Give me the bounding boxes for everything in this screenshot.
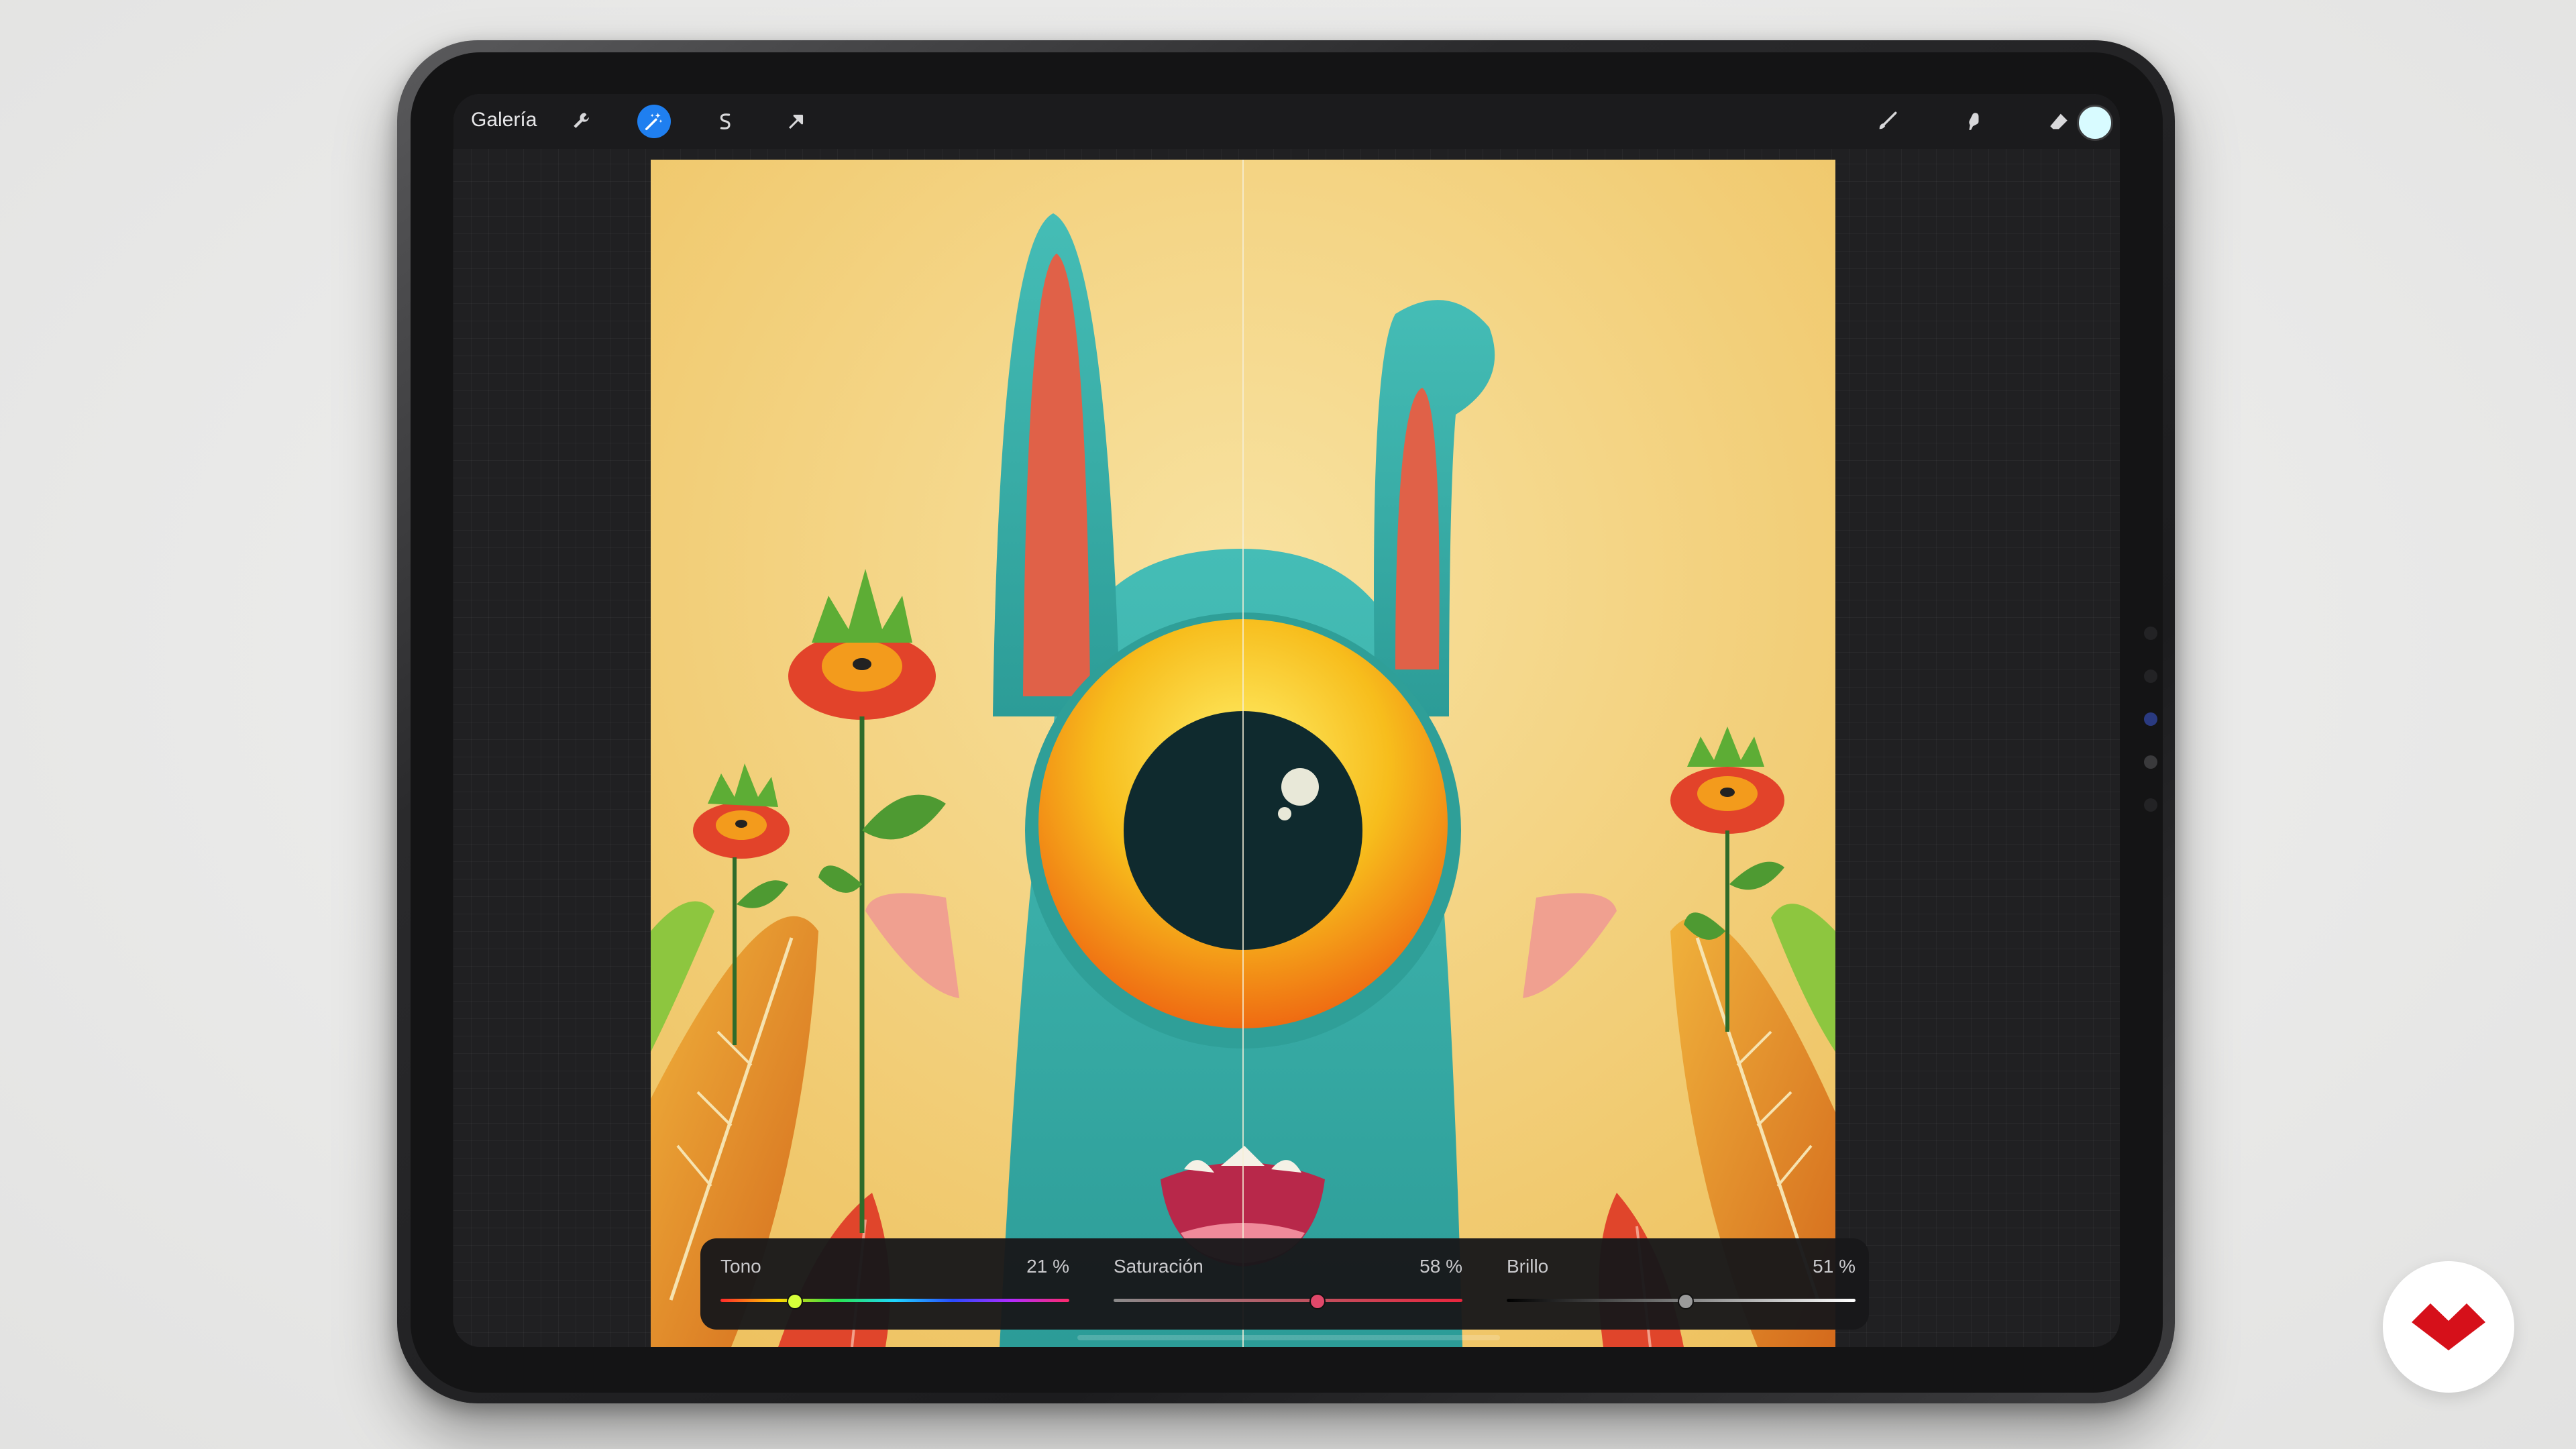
- saturation-value: 58 %: [1419, 1256, 1462, 1277]
- saturation-slider-knob[interactable]: [1309, 1293, 1326, 1309]
- actions-button[interactable]: [566, 105, 599, 138]
- current-color-swatch[interactable]: [2077, 105, 2113, 141]
- brush-icon: [1879, 111, 1897, 129]
- saturation-label: Saturación: [1114, 1256, 1203, 1277]
- hue-slider-group: Tono 21 %: [720, 1256, 1069, 1316]
- brush-button[interactable]: [1870, 105, 1904, 138]
- brightness-value: 51 %: [1813, 1256, 1856, 1277]
- gallery-button[interactable]: Galería: [471, 109, 537, 131]
- eraser-icon: [2050, 113, 2068, 129]
- transform-arrow-icon: [788, 114, 804, 129]
- hue-label: Tono: [720, 1256, 761, 1277]
- hue-slider[interactable]: [720, 1299, 1069, 1302]
- brand-logo-icon: [2412, 1303, 2485, 1350]
- smudge-icon: [1969, 113, 1979, 130]
- hue-value: 21 %: [1026, 1256, 1069, 1277]
- selection-icon: [720, 113, 731, 129]
- artwork-canvas[interactable]: [651, 160, 1835, 1347]
- magic-wand-icon: [645, 113, 663, 131]
- transform-button[interactable]: [780, 105, 813, 138]
- saturation-slider[interactable]: [1114, 1299, 1462, 1302]
- selection-button[interactable]: [708, 105, 742, 138]
- brightness-slider-knob[interactable]: [1678, 1293, 1695, 1309]
- wrench-icon: [574, 113, 589, 128]
- smudge-button[interactable]: [1956, 105, 1990, 138]
- brightness-slider-group: Brillo 51 %: [1507, 1256, 1856, 1316]
- saturation-slider-group: Saturación 58 %: [1114, 1256, 1462, 1316]
- brightness-label: Brillo: [1507, 1256, 1549, 1277]
- top-toolbar: Galería: [453, 94, 2120, 149]
- home-indicator: [1077, 1335, 1500, 1340]
- procreate-screen: Galería Tono 21 % Saturación 58 % Brillo…: [453, 94, 2120, 1347]
- adjustments-button[interactable]: [637, 105, 671, 138]
- hue-slider-knob[interactable]: [787, 1293, 804, 1309]
- eraser-button[interactable]: [2042, 105, 2076, 138]
- side-buttons: [2144, 627, 2157, 841]
- brand-logo-badge: [2383, 1261, 2514, 1393]
- hsb-adjustment-panel: Tono 21 % Saturación 58 % Brillo 51 %: [700, 1238, 1869, 1330]
